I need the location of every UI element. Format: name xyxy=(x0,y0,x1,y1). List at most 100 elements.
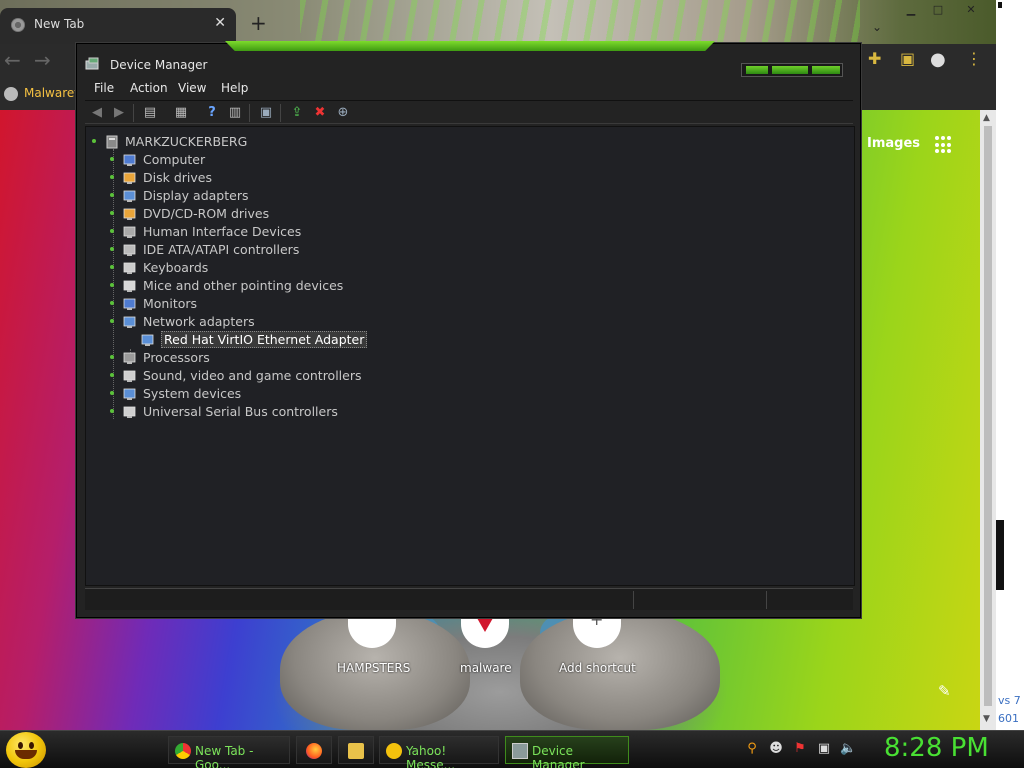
menu-file[interactable]: File xyxy=(94,81,114,95)
scan-hardware-icon[interactable]: ▣ xyxy=(257,104,275,122)
expand-dot-icon[interactable] xyxy=(110,229,114,233)
menu-action[interactable]: Action xyxy=(130,81,168,95)
taskbar-item-chrome[interactable]: New Tab - Goo... xyxy=(168,736,290,768)
expand-dot-icon[interactable] xyxy=(110,409,114,413)
expand-dot-icon[interactable] xyxy=(110,193,114,197)
tree-category-item[interactable]: Human Interface Devices xyxy=(110,223,440,241)
taskbar-item-device-manager[interactable]: Device Manager xyxy=(505,736,629,768)
expand-dot-icon[interactable] xyxy=(110,319,114,323)
extensions-puzzle-icon[interactable]: ✚ xyxy=(868,49,881,68)
google-apps-icon[interactable] xyxy=(935,136,953,154)
taskbar-item-explorer[interactable] xyxy=(338,736,374,764)
tree-category-item[interactable]: System devices xyxy=(110,385,440,403)
properties-icon[interactable]: ▦ xyxy=(172,104,190,122)
expand-dot-icon[interactable] xyxy=(110,211,114,215)
messenger-tray-icon[interactable]: ☻ xyxy=(768,741,784,757)
hid-icon xyxy=(123,226,136,238)
tree-category-item[interactable]: Monitors xyxy=(110,295,440,313)
update-driver-icon[interactable]: ⇪ xyxy=(288,104,306,122)
bookmark-item[interactable]: Malwaret xyxy=(4,86,79,101)
reading-list-icon[interactable]: ▣ xyxy=(900,49,915,68)
minimize-button[interactable] xyxy=(746,66,768,74)
close-window-button[interactable]: ✕ xyxy=(960,2,982,18)
expand-dot-icon[interactable] xyxy=(110,391,114,395)
tree-category-item[interactable]: Keyboards xyxy=(110,259,440,277)
forward-arrow-icon[interactable]: ▶ xyxy=(110,104,128,122)
tree-category-item[interactable]: Universal Serial Bus controllers xyxy=(110,403,440,421)
sound-icon xyxy=(123,370,136,382)
scroll-down-icon[interactable]: ▼ xyxy=(983,714,990,724)
expand-dot-icon[interactable] xyxy=(110,301,114,305)
bookmark-favicon-icon xyxy=(4,86,18,101)
back-arrow-icon[interactable]: ← xyxy=(4,50,21,70)
shortcut-label[interactable]: HAMPSTERS xyxy=(337,661,410,675)
tree-device-item[interactable]: Red Hat VirtIO Ethernet Adapter xyxy=(128,331,458,349)
action-center-flag-icon[interactable]: ⚑ xyxy=(792,741,808,757)
computer-icon xyxy=(123,154,136,166)
maximize-button[interactable]: □ xyxy=(927,2,949,18)
volume-icon[interactable]: 🔈 xyxy=(840,741,856,757)
help-icon[interactable]: ? xyxy=(203,104,221,122)
tab-new-tab[interactable]: New Tab ✕ xyxy=(0,8,236,44)
profile-avatar-icon[interactable]: ● xyxy=(930,49,946,70)
tree-root-label: MARKZUCKERBERG xyxy=(125,134,248,149)
taskbar-item-yahoo[interactable]: Yahoo! Messe... xyxy=(379,736,499,768)
new-tab-button[interactable]: + xyxy=(250,13,267,33)
taskbar-clock[interactable]: 8:28 PM xyxy=(884,733,989,763)
uninstall-device-icon[interactable]: ✖ xyxy=(311,104,329,122)
expand-dot-icon[interactable] xyxy=(110,355,114,359)
menu-view[interactable]: View xyxy=(178,81,206,95)
monitor-icon xyxy=(123,298,136,310)
device-tree[interactable]: MARKZUCKERBERG Computer Disk drives Displa… xyxy=(85,126,855,586)
expand-dot-icon[interactable] xyxy=(92,139,96,143)
action-pane-icon[interactable]: ▥ xyxy=(226,104,244,122)
chrome-icon xyxy=(175,743,191,759)
maximize-button[interactable] xyxy=(772,66,808,74)
scroll-up-icon[interactable]: ▲ xyxy=(983,113,990,123)
window-controls[interactable] xyxy=(741,63,843,77)
tree-category-item[interactable]: Sound, video and game controllers xyxy=(110,367,440,385)
expand-dot-icon[interactable] xyxy=(110,157,114,161)
network-icon[interactable]: ▣ xyxy=(816,741,832,757)
title-bar[interactable]: Device Manager xyxy=(77,52,860,78)
expand-dot-icon[interactable] xyxy=(110,373,114,377)
start-button-smiley-icon[interactable] xyxy=(6,732,46,768)
taskbar-item-firefox[interactable] xyxy=(296,736,332,764)
tree-root[interactable]: MARKZUCKERBERG xyxy=(92,133,392,151)
menu-help[interactable]: Help xyxy=(221,81,248,95)
tree-category-label: Sound, video and game controllers xyxy=(143,368,362,383)
tree-category-item[interactable]: Network adapters xyxy=(110,313,440,331)
minimize-button[interactable]: ▁ xyxy=(900,2,922,18)
shortcut-label[interactable]: malware xyxy=(460,661,512,675)
customize-pencil-icon[interactable]: ✎ xyxy=(938,682,951,700)
tree-category-item[interactable]: Processors xyxy=(110,349,440,367)
page-scrollbar[interactable]: ▲ ▼ xyxy=(980,110,996,730)
tree-category-item[interactable]: IDE ATA/ATAPI controllers xyxy=(110,241,440,259)
expand-dot-icon[interactable] xyxy=(110,265,114,269)
scrollbar-thumb[interactable] xyxy=(984,126,992,706)
back-arrow-icon[interactable]: ◀ xyxy=(88,104,106,122)
expand-dot-icon[interactable] xyxy=(110,175,114,179)
shortcut-label[interactable]: Add shortcut xyxy=(559,661,636,675)
tree-device-label: Red Hat VirtIO Ethernet Adapter xyxy=(161,331,368,348)
tree-category-item[interactable]: Display adapters xyxy=(110,187,440,205)
forward-arrow-icon[interactable]: → xyxy=(34,50,51,70)
disable-device-icon[interactable]: ⊕ xyxy=(334,104,352,122)
show-hide-console-tree-icon[interactable]: ▤ xyxy=(141,104,159,122)
close-tab-icon[interactable]: ✕ xyxy=(214,15,226,31)
expand-dot-icon[interactable] xyxy=(110,283,114,287)
close-button[interactable] xyxy=(812,66,840,74)
device-manager-window[interactable]: Device Manager File Action View Help ◀ ▶… xyxy=(76,41,861,618)
menu-kebab-icon[interactable]: ⋮ xyxy=(966,49,982,68)
tree-category-item[interactable]: DVD/CD-ROM drives xyxy=(110,205,440,223)
tab-search-chevron-icon[interactable]: ⌄ xyxy=(872,20,882,34)
images-link[interactable]: Images xyxy=(867,136,920,151)
tab-title: New Tab xyxy=(34,17,85,31)
tree-category-item[interactable]: Disk drives xyxy=(110,169,440,187)
tree-category-item[interactable]: Computer xyxy=(110,151,440,169)
expand-dot-icon[interactable] xyxy=(110,247,114,251)
keyboard-icon xyxy=(123,262,136,274)
firefox-icon xyxy=(306,743,322,759)
search-icon[interactable]: ⚲ xyxy=(744,741,760,757)
tree-category-item[interactable]: Mice and other pointing devices xyxy=(110,277,440,295)
